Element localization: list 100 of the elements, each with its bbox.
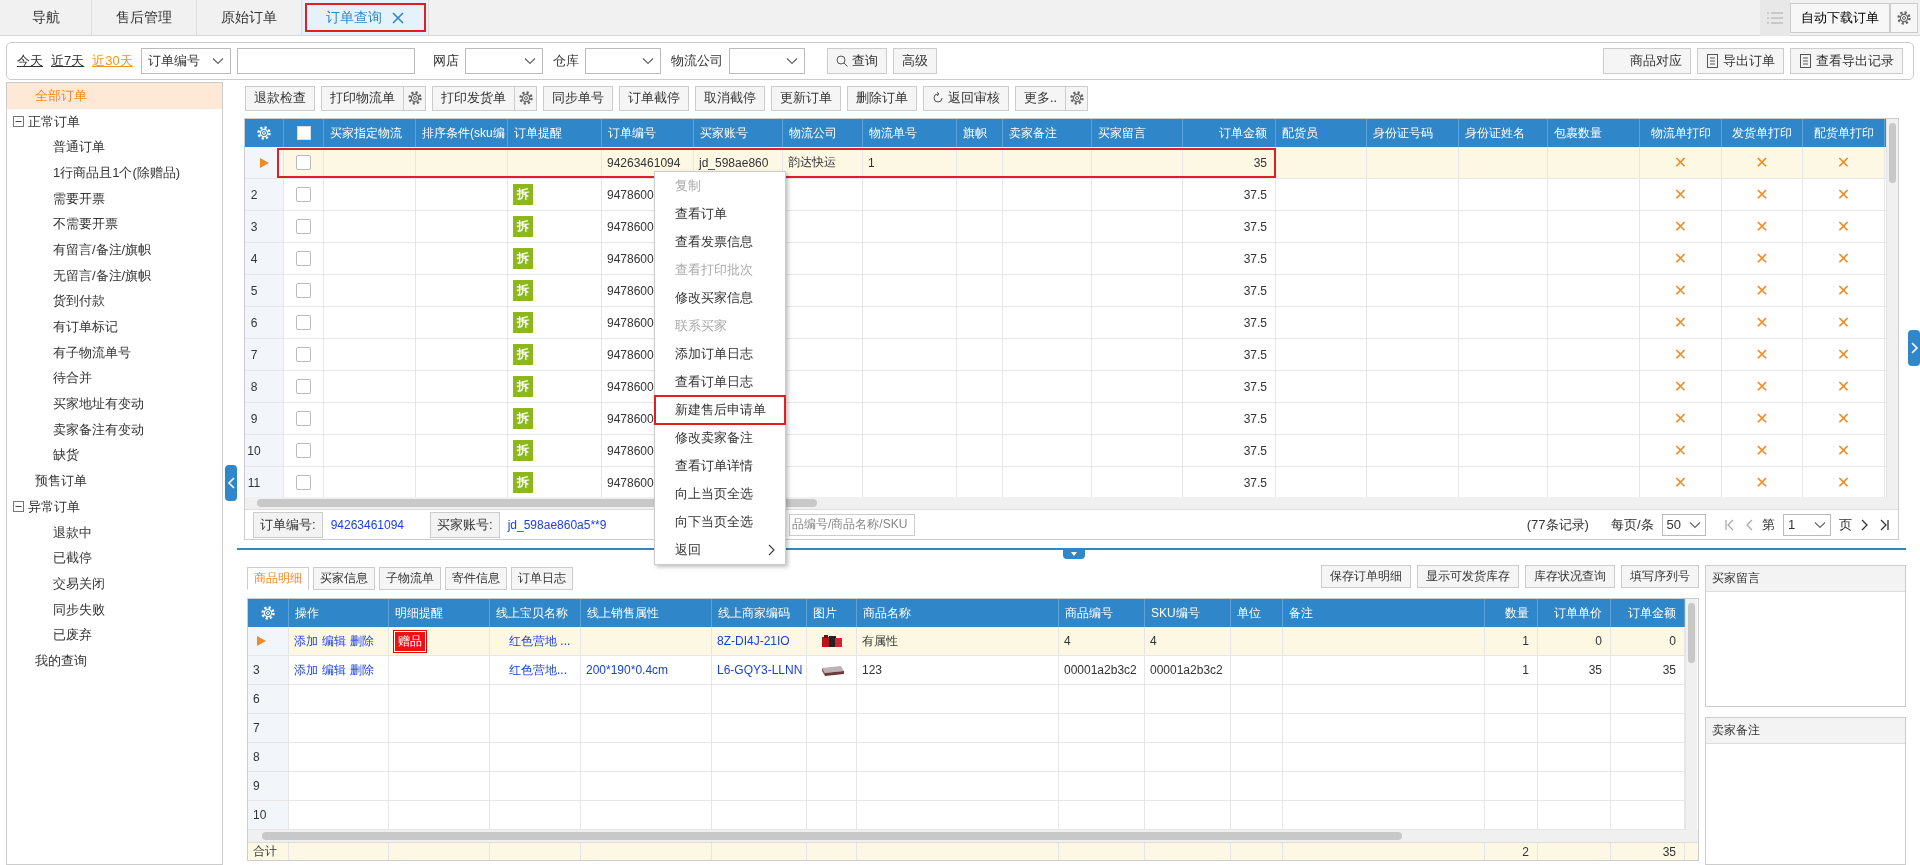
menu-item[interactable]: 查看订单 bbox=[655, 200, 785, 228]
toolbar-button[interactable]: 填写序列号 bbox=[1621, 564, 1699, 588]
column-header[interactable]: 单位 bbox=[1237, 604, 1261, 622]
last-page-icon[interactable] bbox=[1878, 518, 1890, 531]
toolbar-button[interactable]: 返回审核 bbox=[923, 85, 1009, 111]
column-header[interactable]: 物流单打印 bbox=[1650, 124, 1711, 142]
column-header[interactable]: 买家指定物流 bbox=[330, 124, 402, 142]
scrollbar[interactable] bbox=[1886, 119, 1898, 497]
sidebar-item[interactable]: 1行商品且1个(除赠品) bbox=[7, 160, 222, 186]
column-header[interactable]: 线上商家编码 bbox=[718, 604, 790, 622]
column-header[interactable]: 订单金额 bbox=[1219, 124, 1267, 142]
table-row[interactable]: 3 添加 编辑 删除 红色营地... 200*190*0.4cm L6-GQY3-LLNN 123 00001a2b3c2 00001a2b3c2 1 35 35 bbox=[248, 656, 1685, 685]
column-header[interactable]: 卖家备注 bbox=[1009, 124, 1057, 142]
row-header[interactable]: 11 bbox=[245, 467, 284, 497]
sidebar-item[interactable]: 有子物流单号 bbox=[7, 339, 222, 366]
tab[interactable]: 子物流单 bbox=[379, 567, 441, 590]
auto-download-button[interactable]: 自动下载订单 bbox=[1790, 2, 1890, 33]
menu-item[interactable]: 返回 bbox=[655, 536, 785, 564]
sidebar-item[interactable]: 预售订单 bbox=[7, 468, 222, 494]
settings-icon[interactable] bbox=[517, 90, 534, 106]
column-header[interactable]: 发货单打印 bbox=[1732, 124, 1792, 142]
action-link[interactable]: 添加 bbox=[294, 661, 318, 679]
sidebar-item[interactable]: 普通订单 bbox=[7, 134, 222, 161]
sidebar-item[interactable]: 交易关闭 bbox=[7, 571, 222, 597]
toolbar-button[interactable]: 退款检查 bbox=[245, 85, 315, 111]
row-checkbox[interactable] bbox=[296, 155, 311, 170]
toolbar-button[interactable]: 商品对应 bbox=[1603, 48, 1691, 74]
sidebar-item[interactable]: 退款中 bbox=[7, 519, 222, 546]
row-header[interactable]: 6 bbox=[245, 307, 284, 338]
toolbar-button[interactable]: 查看导出记录 bbox=[1790, 48, 1903, 74]
first-page-icon[interactable] bbox=[1724, 518, 1736, 531]
row-checkbox[interactable] bbox=[296, 315, 311, 330]
sidebar-item[interactable]: 需要开票 bbox=[7, 185, 222, 212]
item-link[interactable]: 200*190*0.4cm bbox=[586, 663, 669, 677]
tab[interactable]: 寄件信息 bbox=[445, 567, 507, 590]
sidebar-item[interactable]: 已截停 bbox=[7, 545, 222, 572]
menu-item[interactable]: 向上当页全选 bbox=[655, 480, 785, 508]
filter-select[interactable] bbox=[728, 48, 805, 74]
sidebar-item[interactable]: 有订单标记 bbox=[7, 314, 222, 340]
column-header[interactable]: 身份证姓名 bbox=[1465, 124, 1525, 142]
menu-item[interactable]: 查看发票信息 bbox=[655, 228, 785, 256]
toolbar-button[interactable]: 显示可发货库存 bbox=[1417, 564, 1519, 588]
toolbar-button[interactable]: 导出订单 bbox=[1697, 48, 1784, 74]
sidebar-item[interactable]: 无留言/备注/旗帜 bbox=[7, 262, 222, 289]
column-header[interactable]: 配货单打印 bbox=[1813, 124, 1874, 142]
row-checkbox[interactable] bbox=[296, 219, 311, 234]
column-header[interactable]: 物流公司 bbox=[789, 124, 837, 142]
table-row[interactable]: 9 bbox=[248, 772, 1685, 801]
action-link[interactable]: 删除 bbox=[350, 661, 374, 679]
column-header[interactable]: 订单金额 bbox=[1628, 604, 1676, 622]
toolbar-button[interactable]: 删除订单 bbox=[847, 85, 917, 111]
toolbar-button[interactable]: 订单截停 bbox=[619, 85, 689, 111]
action-link[interactable]: 编辑 bbox=[322, 632, 346, 650]
row-checkbox[interactable] bbox=[296, 475, 311, 490]
sidebar-item[interactable]: 已废弃 bbox=[7, 622, 222, 649]
tab[interactable]: 订单日志 bbox=[511, 567, 573, 590]
menu-item[interactable]: 查看订单详情 bbox=[655, 452, 785, 480]
column-header[interactable]: 物流单号 bbox=[869, 124, 917, 142]
collapse-handle-icon[interactable] bbox=[1908, 330, 1920, 366]
previous-page-icon[interactable] bbox=[1744, 518, 1754, 531]
date-range-link[interactable]: 近7天 bbox=[51, 52, 85, 70]
scrollbar[interactable] bbox=[248, 830, 1698, 842]
tab[interactable]: 买家信息 bbox=[313, 567, 375, 590]
next-page-icon[interactable] bbox=[1860, 518, 1870, 531]
tab[interactable]: 订单查询 bbox=[302, 0, 429, 35]
row-header[interactable] bbox=[245, 147, 284, 178]
list-icon[interactable] bbox=[1760, 0, 1790, 36]
toolbar-button[interactable]: 库存状况查询 bbox=[1525, 564, 1615, 588]
product-search-field[interactable]: 品编号/商品名称/SKU bbox=[789, 513, 915, 536]
item-link[interactable]: 红色营地 ... bbox=[509, 632, 571, 650]
row-checkbox[interactable] bbox=[296, 283, 311, 298]
toolbar-button[interactable]: 打印物流单 bbox=[321, 85, 404, 111]
item-link[interactable]: 8Z-DI4J-21IO bbox=[717, 634, 790, 648]
menu-item[interactable]: 向下当页全选 bbox=[655, 508, 785, 536]
column-header[interactable]: 商品名称 bbox=[863, 604, 911, 622]
row-header[interactable]: 7 bbox=[245, 339, 284, 370]
close-icon[interactable] bbox=[392, 11, 404, 24]
filter-select[interactable] bbox=[464, 48, 543, 74]
column-header[interactable]: 买家账号 bbox=[700, 124, 748, 142]
menu-item[interactable]: 添加订单日志 bbox=[655, 340, 785, 368]
row-header[interactable]: 8 bbox=[245, 371, 284, 402]
settings-icon[interactable] bbox=[406, 90, 423, 106]
item-link[interactable]: 红色营地... bbox=[509, 661, 567, 679]
column-header[interactable]: 商品编号 bbox=[1065, 604, 1113, 622]
toolbar-button[interactable]: 取消截停 bbox=[695, 85, 765, 111]
tab[interactable]: 导航 bbox=[0, 0, 92, 35]
column-header[interactable]: SKU编号 bbox=[1151, 604, 1200, 622]
collapse-icon[interactable] bbox=[13, 501, 24, 513]
date-range-link[interactable]: 今天 bbox=[17, 52, 43, 70]
column-header[interactable]: 线上销售属性 bbox=[587, 604, 659, 622]
select-all-checkbox[interactable] bbox=[296, 126, 311, 140]
advanced-button[interactable]: 高级 bbox=[892, 48, 937, 74]
column-header[interactable]: 配货员 bbox=[1282, 124, 1318, 142]
row-header[interactable]: 10 bbox=[245, 435, 284, 466]
sidebar-item[interactable]: 有留言/备注/旗帜 bbox=[7, 237, 222, 263]
column-header[interactable]: 排序条件(sku编 bbox=[422, 124, 505, 142]
table-row[interactable]: 8 bbox=[248, 743, 1685, 772]
row-checkbox[interactable] bbox=[296, 379, 311, 394]
column-header[interactable]: 操作 bbox=[295, 604, 319, 622]
menu-item[interactable]: 新建售后申请单 bbox=[655, 396, 785, 424]
